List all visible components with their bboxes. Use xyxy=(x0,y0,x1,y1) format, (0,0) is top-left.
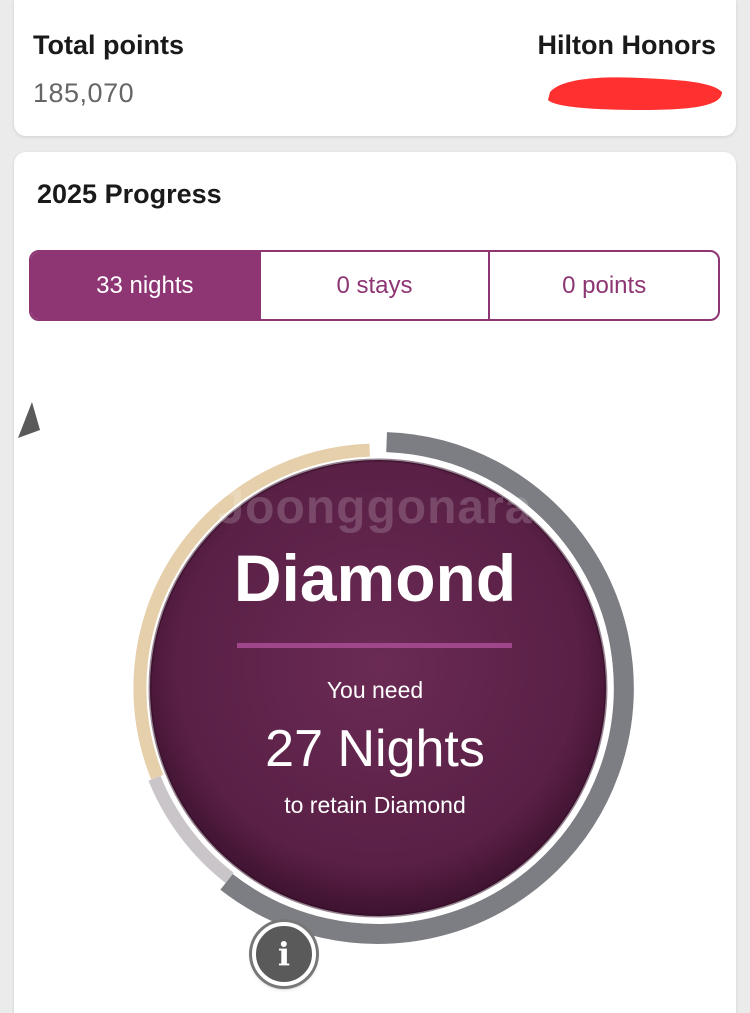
info-icon[interactable]: i xyxy=(252,922,316,986)
tier-name: Diamond xyxy=(233,541,517,615)
tab-stays[interactable]: 0 stays xyxy=(258,252,489,319)
program-name: Hilton Honors xyxy=(537,30,716,60)
total-points-value: 185,070 xyxy=(33,78,135,108)
need-suffix: to retain Diamond xyxy=(284,792,466,818)
need-value: 27 Nights xyxy=(265,720,485,778)
tab-nights[interactable]: 33 nights xyxy=(31,252,259,319)
progress-title: 2025 Progress xyxy=(37,179,222,209)
points-summary-card: Total points 185,070 Hilton Honors xyxy=(14,0,736,136)
info-pointer xyxy=(18,402,40,438)
gauge-divider xyxy=(237,643,512,648)
total-points-label: Total points xyxy=(33,30,184,60)
tier-progress-gauge: Joonggonara Diamond You need 27 Nights t… xyxy=(14,402,736,1002)
progress-card: 2025 Progress 33 nights 0 stays 0 points xyxy=(14,152,736,1013)
tab-points[interactable]: 0 points xyxy=(488,252,718,319)
need-label: You need xyxy=(326,677,424,703)
redaction-mark xyxy=(548,77,722,110)
watermark: Joonggonara xyxy=(217,481,533,534)
progress-tabs: 33 nights 0 stays 0 points xyxy=(29,250,720,321)
